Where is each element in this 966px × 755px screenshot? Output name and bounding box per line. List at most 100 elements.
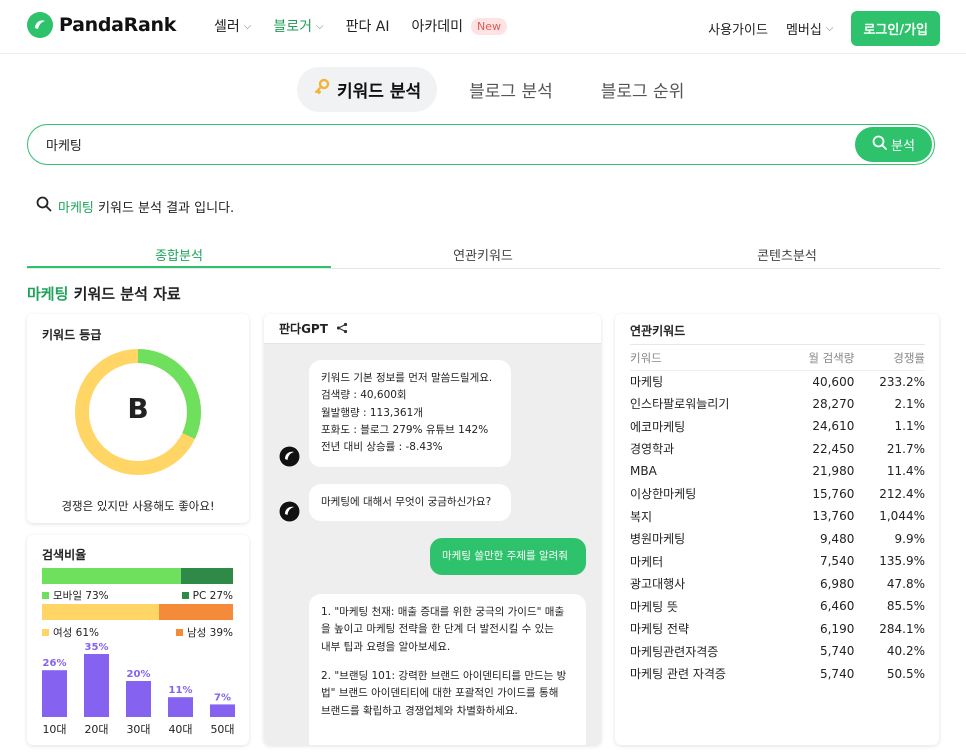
keyword-grade-card: 키워드 등급 B 경쟁은 있지만 사용해도 좋아요! bbox=[27, 314, 249, 523]
top-header: PandaRank 셀러 ⌵ 블로거 ⌵ 판다 AI 아카데미 New 사용가이… bbox=[0, 0, 966, 54]
keyword-cell: 마케팅 뜻 bbox=[630, 599, 678, 614]
table-row[interactable]: 병원마케팅 9,480 9.9% bbox=[630, 528, 925, 551]
table-row[interactable]: 이상한마케팅 15,760 212.4% bbox=[630, 483, 925, 506]
nav-item-panda-ai[interactable]: 판다 AI bbox=[346, 16, 390, 36]
keyword-cell: 광고대행사 bbox=[630, 577, 686, 592]
tab-label: 키워드 분석 bbox=[337, 82, 422, 102]
login-button[interactable]: 로그인/가입 bbox=[851, 11, 940, 46]
share-icon[interactable] bbox=[336, 319, 348, 338]
search-ratio-card: 검색비율 모바일 73% PC 27% 여성 61% 남성 39% 26% 10대… bbox=[27, 535, 249, 745]
device-ratio-bar bbox=[42, 568, 233, 584]
keyword-cell: 마케팅관련자격증 bbox=[630, 644, 719, 659]
header-actions: 사용가이드 멤버십 ⌵ 로그인/가입 bbox=[708, 11, 940, 46]
nav-item-blogger[interactable]: 블로거 ⌵ bbox=[273, 16, 323, 36]
tab-overview[interactable]: 종합분석 bbox=[27, 236, 331, 268]
male-swatch bbox=[176, 629, 183, 636]
gpt-title: 판다GPT bbox=[279, 322, 328, 336]
tab-blog-analysis[interactable]: 블로그 분석 bbox=[453, 67, 569, 112]
result-summary: 마케팅 키워드 분석 결과 입니다. bbox=[36, 196, 234, 216]
bot-avatar bbox=[279, 446, 300, 467]
column-header-competition: 경쟁률 bbox=[854, 347, 925, 371]
nav-item-seller[interactable]: 셀러 ⌵ bbox=[214, 16, 251, 36]
volume-cell: 5,740 bbox=[819, 666, 855, 681]
tab-content-analysis[interactable]: 콘텐츠분석 bbox=[635, 236, 939, 268]
competition-cell: 233.2% bbox=[879, 374, 925, 389]
table-row[interactable]: 경영학과 22,450 21.7% bbox=[630, 438, 925, 461]
tab-related-keywords[interactable]: 연관키워드 bbox=[331, 236, 635, 268]
search-input[interactable] bbox=[46, 137, 746, 152]
mobile-label: 모바일 73% bbox=[53, 590, 109, 602]
search-icon bbox=[872, 135, 887, 154]
age-bar bbox=[168, 697, 193, 717]
nav-item-academy[interactable]: 아카데미 New bbox=[412, 16, 508, 36]
bot-avatar bbox=[279, 501, 300, 522]
logo[interactable]: PandaRank bbox=[27, 12, 176, 38]
mobile-bar bbox=[42, 568, 182, 584]
age-category-label: 50대 bbox=[210, 723, 234, 736]
volume-cell: 28,270 bbox=[812, 396, 855, 411]
keyword-cell: 마케팅 전략 bbox=[630, 622, 690, 637]
guide-link[interactable]: 사용가이드 bbox=[708, 19, 768, 38]
female-bar bbox=[42, 604, 159, 620]
age-category-label: 30대 bbox=[126, 723, 150, 736]
table-row[interactable]: 마케팅관련자격증 5,740 40.2% bbox=[630, 640, 925, 663]
table-row[interactable]: 광고대행사 6,980 47.8% bbox=[630, 573, 925, 596]
panda-logo-icon bbox=[27, 12, 53, 38]
volume-cell: 40,600 bbox=[812, 374, 855, 389]
table-row[interactable]: 마케터 7,540 135.9% bbox=[630, 550, 925, 573]
message-line: 을 높이고 마케팅 전략을 한 단계 더 발전시킬 수 있는 bbox=[321, 623, 554, 636]
table-row[interactable]: 인스타팔로워늘리기 28,270 2.1% bbox=[630, 393, 925, 416]
chevron-down-icon: ⌵ bbox=[825, 23, 834, 34]
age-category-label: 40대 bbox=[168, 723, 192, 736]
analyze-button[interactable]: 분석 bbox=[855, 127, 932, 162]
competition-cell: 40.2% bbox=[886, 644, 925, 659]
section-keyword: 마케팅 bbox=[27, 285, 69, 303]
table-row[interactable]: 마케팅 40,600 233.2% bbox=[630, 370, 925, 393]
keyword-cell: 인스타팔로워늘리기 bbox=[630, 397, 730, 412]
competition-cell: 21.7% bbox=[886, 441, 925, 456]
message-line bbox=[321, 656, 574, 668]
column-header-keyword: 키워드 bbox=[630, 347, 784, 371]
membership-menu[interactable]: 멤버십 ⌵ bbox=[786, 19, 833, 38]
section-title: 마케팅 키워드 분석 자료 bbox=[27, 283, 181, 304]
table-row[interactable]: 마케팅 뜻 6,460 85.5% bbox=[630, 595, 925, 618]
keyword-cell: MBA bbox=[630, 464, 657, 479]
competition-cell: 85.5% bbox=[886, 599, 925, 614]
grade-title: 키워드 등급 bbox=[42, 328, 102, 342]
age-category-label: 20대 bbox=[84, 723, 108, 736]
female-swatch bbox=[42, 629, 49, 636]
table-row[interactable]: 마케팅 전략 6,190 284.1% bbox=[630, 618, 925, 641]
competition-cell: 50.5% bbox=[886, 666, 925, 681]
age-bar bbox=[42, 670, 67, 717]
table-row[interactable]: 마케팅 관련 자격증 5,740 50.5% bbox=[630, 663, 925, 686]
table-row[interactable]: 에코마케팅 24,610 1.1% bbox=[630, 415, 925, 438]
volume-cell: 6,190 bbox=[819, 621, 855, 636]
message-line: 2. "브랜딩 101: 강력한 브랜드 아이덴티티를 만드는 방 bbox=[321, 669, 567, 682]
volume-cell: 5,740 bbox=[819, 644, 855, 659]
tab-blog-ranking[interactable]: 블로그 순위 bbox=[585, 67, 701, 112]
message-line: 월발행량 : 113,361개 bbox=[321, 406, 423, 419]
new-badge: New bbox=[471, 17, 508, 35]
table-row[interactable]: 복지 13,760 1,044% bbox=[630, 505, 925, 528]
chevron-down-icon: ⌵ bbox=[243, 20, 252, 32]
keyword-cell: 마케터 bbox=[630, 554, 664, 569]
age-value-label: 26% bbox=[43, 658, 67, 669]
table-row[interactable]: MBA 21,980 11.4% bbox=[630, 460, 925, 483]
competition-cell: 135.9% bbox=[879, 554, 925, 569]
search-icon bbox=[36, 196, 52, 216]
volume-cell: 6,980 bbox=[819, 576, 855, 591]
age-value-label: 35% bbox=[85, 642, 109, 653]
age-category-label: 10대 bbox=[42, 723, 66, 736]
male-label: 남성 39% bbox=[187, 627, 233, 639]
pc-bar bbox=[181, 568, 233, 584]
section-suffix: 키워드 분석 자료 bbox=[73, 285, 181, 303]
keyword-cell: 마케팅 관련 자격증 bbox=[630, 667, 726, 682]
message-line: 키워드 기본 정보를 먼저 말씀드릴게요. bbox=[321, 372, 493, 384]
related-keywords-table: 키워드 월 검색량 경쟁률 마케팅 40,600 233.2% 인스타팔로워늘리기 28… bbox=[630, 347, 925, 685]
keyword-cell: 에코마케팅 bbox=[630, 419, 686, 434]
tab-keyword-analysis[interactable]: 키워드 분석 bbox=[297, 67, 438, 112]
volume-cell: 7,540 bbox=[819, 554, 855, 569]
table-header-row: 키워드 월 검색량 경쟁률 bbox=[630, 347, 925, 371]
keyword-search-bar: 분석 bbox=[27, 124, 935, 165]
competition-cell: 1.1% bbox=[894, 419, 926, 434]
